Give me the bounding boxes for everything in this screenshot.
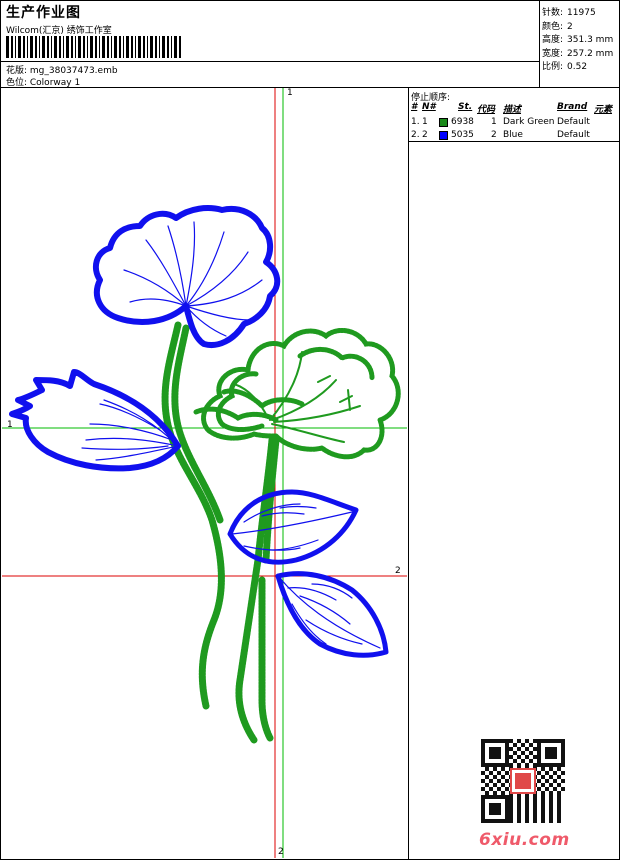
axis-label-green-left: 1: [7, 420, 13, 430]
design-preview: [2, 88, 407, 858]
green-stitch-layer: [161, 321, 401, 744]
axis-label-red-right: 2: [395, 566, 401, 576]
blue-stitch-layer: [9, 205, 389, 658]
qr-code: [481, 739, 565, 823]
watermark: 6xiu.com: [479, 830, 570, 850]
axis-label-red-bottom: 2: [278, 847, 284, 857]
axis-label-green-top: 1: [287, 88, 293, 98]
